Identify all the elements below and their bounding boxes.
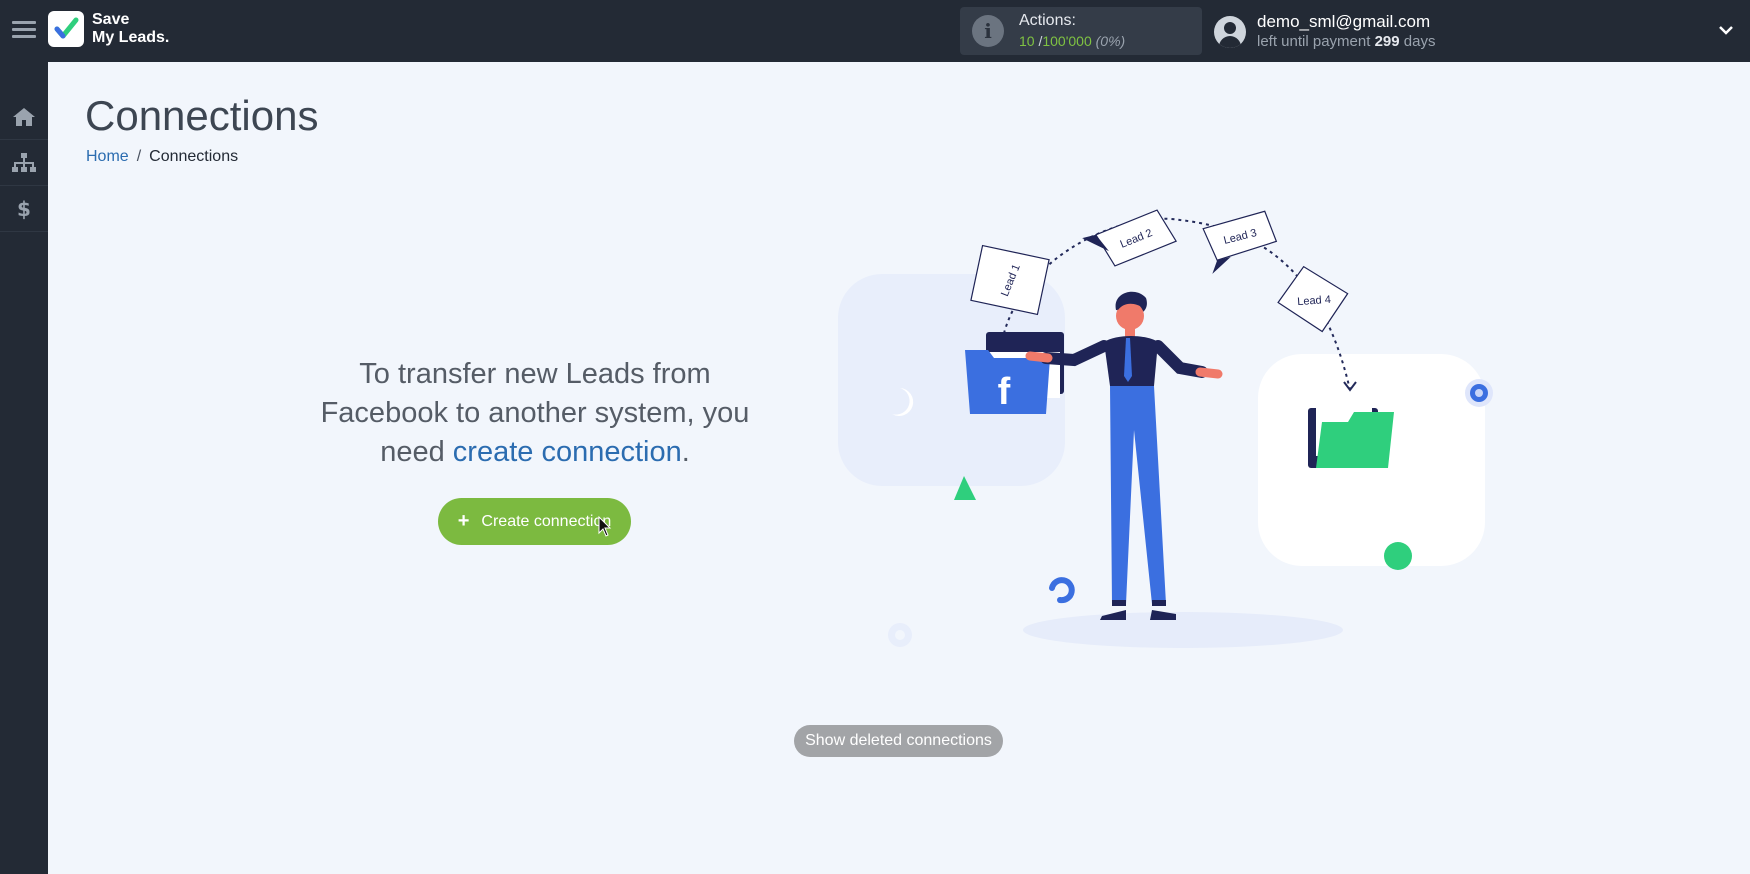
lead-paper-3: Lead 3 — [1202, 210, 1278, 274]
info-icon: i — [972, 15, 1004, 47]
empty-state-period: . — [681, 436, 690, 468]
lead-4-label: Lead 4 — [1297, 294, 1331, 308]
brand-name-line2: My Leads. — [92, 29, 170, 46]
lead-paper-2: Lead 2 — [1082, 209, 1178, 267]
sidebar-item-billing[interactable]: $ — [0, 186, 48, 232]
actions-percent: (0%) — [1095, 33, 1126, 49]
hook-shape — [1049, 577, 1075, 604]
floor-shadow — [1023, 612, 1343, 648]
show-deleted-connections-button[interactable]: Show deleted connections — [794, 725, 1003, 757]
payment-days: 299 — [1374, 33, 1400, 50]
sidebar: $ — [0, 62, 48, 874]
connections-illustration: f Lead 1 Lead 2 Lead 3 Lead 4 — [838, 209, 1493, 648]
top-bar: Save My Leads. i Actions: 10 /100'000 (0… — [0, 0, 1750, 62]
svg-text:$: $ — [17, 197, 31, 221]
facebook-icon: f — [998, 371, 1011, 413]
page-title: Connections — [85, 92, 319, 139]
small-ring-center — [895, 630, 905, 640]
create-connection-label: Create connection — [481, 512, 612, 530]
payment-status: left until payment 299 days — [1257, 33, 1435, 50]
payment-suffix: days — [1403, 33, 1436, 50]
create-connection-link[interactable]: create connection — [453, 436, 682, 468]
breadcrumb-current: Connections — [149, 148, 239, 165]
actions-limit: 100'000 — [1042, 33, 1092, 49]
dollar-icon: $ — [17, 197, 31, 221]
breadcrumb-separator: / — [136, 148, 142, 165]
breadcrumb-home-link[interactable]: Home — [86, 148, 129, 165]
breadcrumb: Home / Connections — [86, 148, 238, 166]
green-dot-shape — [1384, 542, 1412, 570]
chevron-down-icon[interactable] — [1718, 22, 1734, 38]
sidebar-item-home[interactable] — [0, 94, 48, 140]
empty-state-message: To transfer new Leads from Facebook to a… — [300, 355, 770, 472]
brand-name[interactable]: Save My Leads. — [92, 11, 169, 47]
actions-counter: i Actions: 10 /100'000 (0%) — [960, 7, 1202, 55]
home-icon — [13, 107, 35, 126]
actions-used: 10 — [1019, 33, 1035, 49]
avatar[interactable] — [1214, 16, 1246, 48]
brand-name-line1: Save — [92, 11, 130, 28]
actions-value: 10 /100'000 (0%) — [1019, 33, 1125, 49]
mouse-cursor-icon — [598, 516, 612, 537]
sidebar-item-connections[interactable] — [0, 140, 48, 186]
hamburger-menu-icon[interactable] — [10, 18, 38, 44]
logo-icon[interactable] — [48, 11, 84, 47]
user-email: demo_sml@gmail.com — [1257, 12, 1431, 31]
lead-paper-4: Lead 4 — [1277, 265, 1349, 333]
sitemap-icon — [12, 152, 36, 172]
actions-label: Actions: — [1019, 12, 1076, 29]
plus-icon: + — [457, 510, 470, 532]
payment-prefix: left until payment — [1257, 33, 1371, 50]
blue-dot-center — [1475, 389, 1483, 397]
